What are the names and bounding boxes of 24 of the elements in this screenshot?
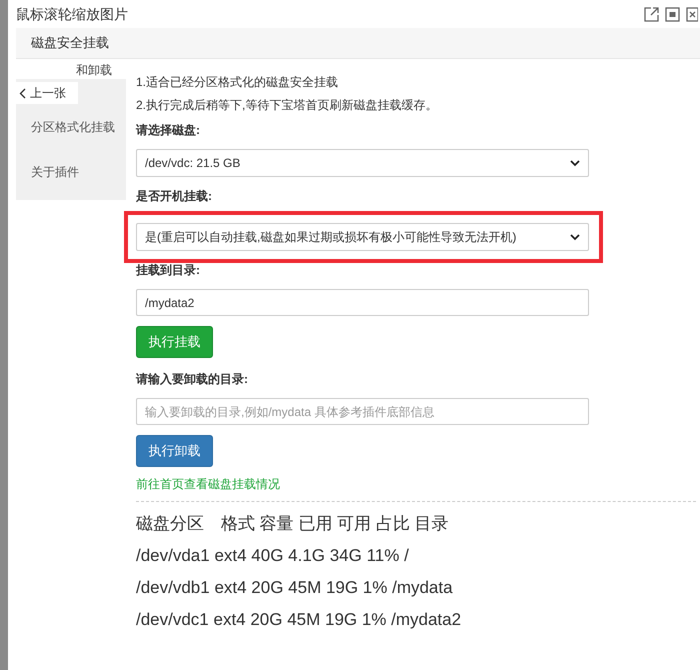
- partition-row-text: /dev/vdc1 ext4 20G 45M 19G 1% /mydata2: [136, 609, 462, 631]
- select-field[interactable]: /dev/vdc: 21.5 GB: [136, 149, 589, 177]
- window-title: 鼠标滚轮缩放图片: [16, 4, 128, 24]
- field-label: 请输入要卸载的目录:: [136, 371, 249, 388]
- field-label: 请选择磁盘:: [136, 122, 201, 139]
- maximize-icon[interactable]: [665, 6, 680, 22]
- input-field[interactable]: 输入要卸载的目录,例如/mydata 具体参考插件底部信息: [136, 398, 589, 425]
- input-field[interactable]: /mydata2: [136, 289, 589, 316]
- caret-icon: [570, 160, 580, 167]
- popout-icon[interactable]: [644, 6, 659, 22]
- field-label: 是否开机挂载:: [136, 188, 213, 205]
- note-text: 2.执行完成后稍等下,等待下宝塔首页刷新磁盘挂载缓存。: [136, 97, 438, 114]
- partition-row-text: /dev/vdb1 ext4 20G 45M 19G 1% /mydata: [136, 577, 454, 599]
- caret-icon: [570, 234, 580, 241]
- note-text: 1.适合已经分区格式化的磁盘安全挂载: [136, 74, 340, 91]
- previous-button[interactable]: 上一张: [16, 82, 78, 104]
- action-button[interactable]: 执行卸载: [136, 435, 213, 467]
- close-icon[interactable]: [686, 6, 698, 22]
- header-title: 磁盘安全挂载: [31, 34, 109, 52]
- field-label: 挂载到目录:: [136, 262, 201, 279]
- chevron-left-icon: [19, 88, 26, 98]
- table-header: 磁盘分区 格式 容量 已用 可用 占比 目录: [136, 513, 450, 535]
- select-field[interactable]: 是(重启可以自动挂载,磁盘如果过期或损坏有极小可能性导致无法开机): [136, 223, 589, 251]
- partition-row-text: /dev/vda1 ext4 40G 4.1G 34G 11% /: [136, 545, 410, 567]
